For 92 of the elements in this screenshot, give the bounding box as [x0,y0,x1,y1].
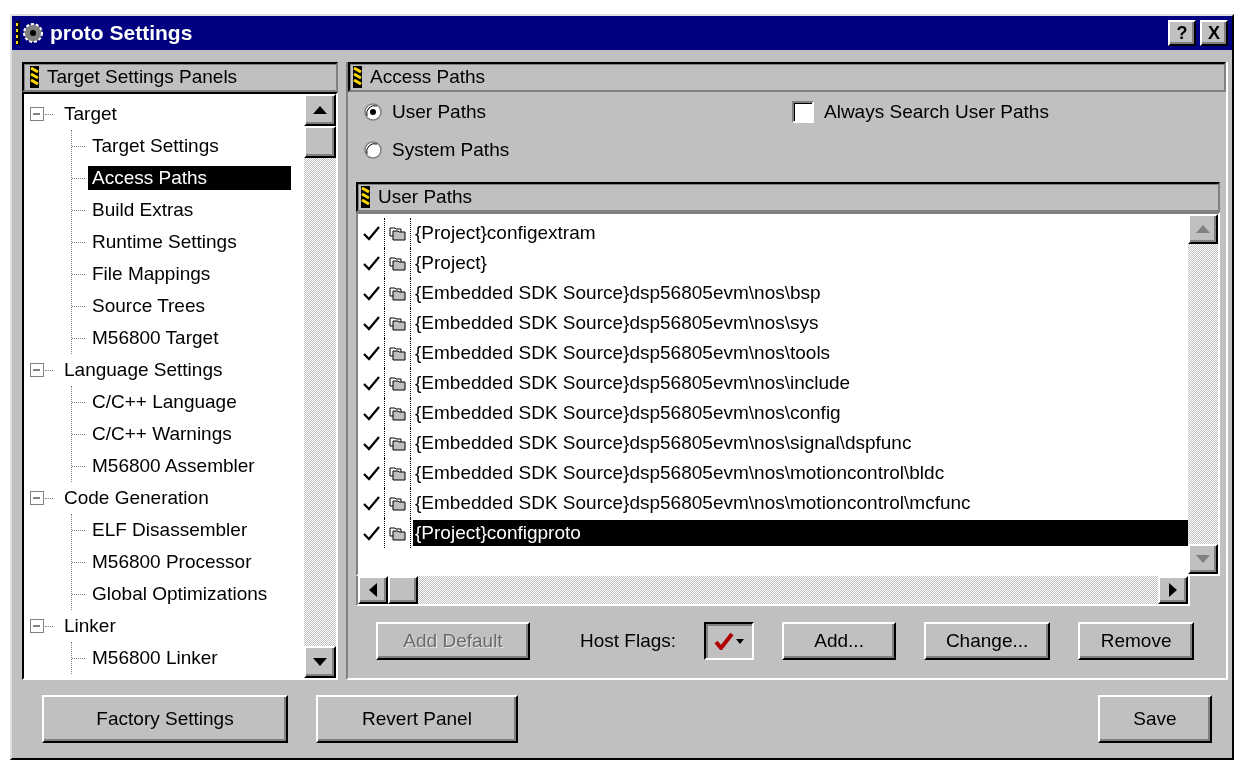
folders-icon [389,375,406,391]
checkbox[interactable] [792,101,814,123]
path-text[interactable]: {Embedded SDK Source}dsp56805evm\nos\tools [413,340,1188,366]
folders-icon [389,225,406,241]
tree-item[interactable]: Source Trees [88,294,209,318]
collapse-icon[interactable] [30,107,44,121]
right-arrow-icon [1169,583,1177,597]
panel-title: Target Settings Panels [47,66,238,88]
revert-panel-button[interactable]: Revert Panel [316,695,518,743]
check-icon[interactable] [362,285,380,301]
radio-label[interactable]: User Paths [392,101,486,123]
folders-icon [389,315,406,331]
tree-item[interactable]: Access Paths [88,166,291,190]
caret-icon [736,638,745,644]
folders-icon [389,405,406,421]
window-title: proto Settings [50,21,194,45]
up-arrow-icon [1196,225,1210,233]
vertical-scrollbar[interactable] [1188,214,1218,574]
tree-item[interactable]: M56800 Processor [88,550,256,574]
scrollbar-thumb[interactable] [388,576,418,604]
path-text[interactable]: {Embedded SDK Source}dsp56805evm\nos\config [413,400,1188,426]
save-button[interactable]: Save [1098,695,1212,743]
close-button[interactable]: X [1200,20,1228,46]
help-button[interactable]: ? [1168,20,1196,46]
collapse-icon[interactable] [30,619,44,633]
folders-icon [389,465,406,481]
striped-marker-icon [361,186,370,208]
tree-item[interactable]: Language Settings [61,358,227,382]
list-title: User Paths [378,186,472,208]
check-icon [714,632,735,650]
change-button[interactable]: Change... [924,622,1051,660]
check-icon[interactable] [362,345,380,361]
host-flags-dropdown[interactable] [704,622,755,660]
tree-item[interactable]: Runtime Settings [88,230,241,254]
tree-item[interactable]: Target [61,102,121,126]
radio-label[interactable]: System Paths [392,139,510,161]
factory-settings-button[interactable]: Factory Settings [42,695,288,743]
folders-icon [389,435,406,451]
check-icon[interactable] [362,255,380,271]
tree-item[interactable]: Linker [61,614,120,638]
path-text[interactable]: {Embedded SDK Source}dsp56805evm\nos\motioncontrol\mcfunc [413,490,1188,516]
path-text[interactable]: {Project}configproto [413,520,1188,546]
path-text[interactable]: {Project}configextram [413,220,1188,246]
path-text[interactable]: {Embedded SDK Source}dsp56805evm\nos\signal\dspfunc [413,430,1188,456]
checkbox-label[interactable]: Always Search User Paths [824,101,1049,123]
tree-item[interactable]: M56800 Assembler [88,454,259,478]
down-arrow-icon [313,658,327,666]
check-icon[interactable] [362,405,380,421]
up-arrow-icon [313,106,327,114]
scrollbar-thumb[interactable] [304,126,336,158]
check-icon[interactable] [362,315,380,331]
collapse-icon[interactable] [30,491,44,505]
vertical-scrollbar[interactable] [304,94,336,678]
panel-title: Access Paths [370,66,486,88]
check-icon[interactable] [362,225,380,241]
host-flags-label: Host Flags: [580,630,677,652]
tree-item[interactable]: M56800 Target [88,326,223,350]
tree-item[interactable]: File Mappings [88,262,215,286]
left-arrow-icon [369,583,377,597]
tree-item[interactable]: Build Extras [88,198,198,222]
tree-item[interactable]: Target Settings [88,134,223,158]
striped-marker-icon [30,66,39,88]
check-icon[interactable] [362,495,380,511]
tree-item[interactable]: ELF Disassembler [88,518,252,542]
tree-item[interactable]: Global Optimizations [88,582,272,606]
radio-button[interactable] [364,141,382,159]
horizontal-scrollbar[interactable] [356,576,1190,606]
tree-item[interactable]: C/C++ Warnings [88,422,236,446]
check-icon[interactable] [362,375,380,391]
folders-icon [389,345,406,361]
add-button[interactable]: Add... [782,622,897,660]
folders-icon [389,285,406,301]
down-arrow-icon [1196,555,1210,563]
tree-item[interactable]: C/C++ Language [88,390,241,414]
gear-icon [16,20,46,46]
folders-icon [389,495,406,511]
striped-marker-icon [353,66,362,88]
check-icon[interactable] [362,435,380,451]
collapse-icon[interactable] [30,363,44,377]
radio-button[interactable] [364,103,382,121]
path-text[interactable]: {Embedded SDK Source}dsp56805evm\nos\bsp [413,280,1188,306]
folders-icon [389,525,406,541]
folders-icon [389,255,406,271]
check-icon[interactable] [362,525,380,541]
tree-item[interactable]: M56800 Linker [88,646,222,670]
path-text[interactable]: {Project} [413,250,1188,276]
path-text[interactable]: {Embedded SDK Source}dsp56805evm\nos\include [413,370,1188,396]
remove-button[interactable]: Remove [1078,622,1195,660]
path-text[interactable]: {Embedded SDK Source}dsp56805evm\nos\motioncontrol\bldc [413,460,1188,486]
check-icon[interactable] [362,465,380,481]
path-text[interactable]: {Embedded SDK Source}dsp56805evm\nos\sys [413,310,1188,336]
tree-item[interactable]: Code Generation [61,486,213,510]
